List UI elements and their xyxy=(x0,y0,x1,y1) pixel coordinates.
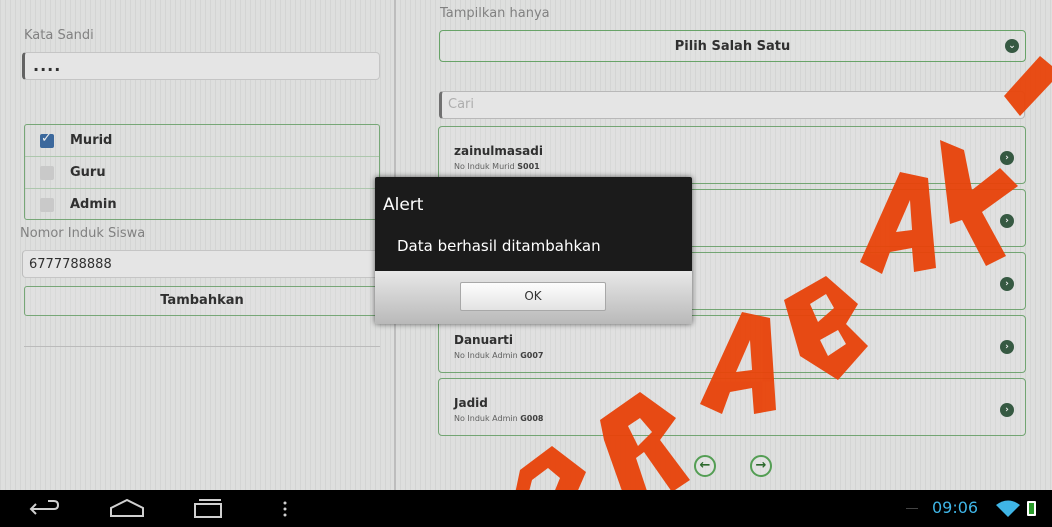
battery-icon xyxy=(1027,501,1036,516)
dialog-body: Alert Data berhasil ditambahkan xyxy=(375,177,692,271)
menu-icon[interactable] xyxy=(280,490,290,527)
ok-button[interactable]: OK xyxy=(460,282,606,311)
recent-apps-icon[interactable] xyxy=(190,490,226,527)
dialog-title: Alert xyxy=(383,195,424,215)
back-icon[interactable] xyxy=(28,490,62,527)
system-nav-bar: 09:06 xyxy=(0,490,1052,527)
alert-dialog: Alert Data berhasil ditambahkan OK xyxy=(375,177,692,324)
wifi-icon xyxy=(996,500,1020,517)
app-screen: Kata Sandi .... Murid Guru Admin Nomor I… xyxy=(0,0,1052,490)
home-icon[interactable] xyxy=(107,490,147,527)
status-separator xyxy=(906,508,918,509)
dialog-footer: OK xyxy=(375,271,692,324)
dialog-message: Data berhasil ditambahkan xyxy=(397,237,601,255)
clock: 09:06 xyxy=(932,498,979,517)
